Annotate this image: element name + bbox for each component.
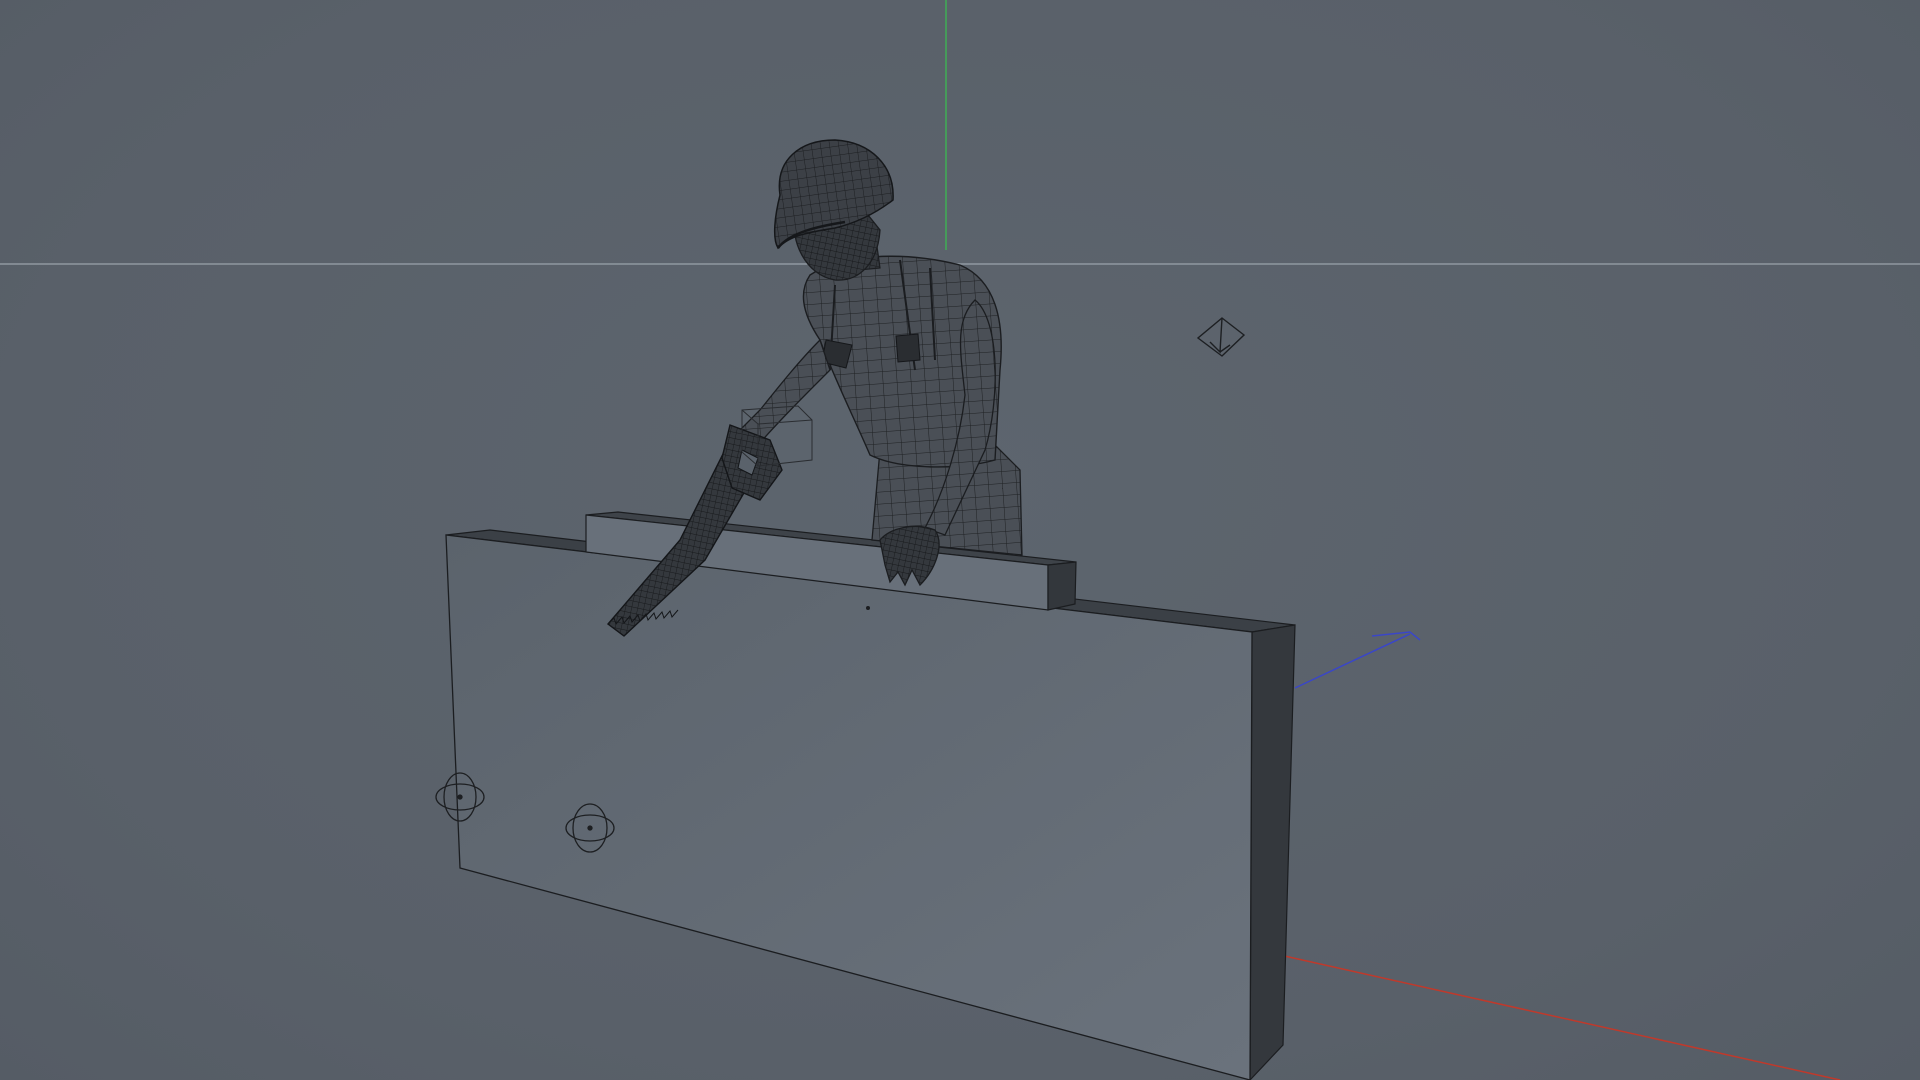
scene-canvas[interactable] bbox=[0, 0, 1920, 1080]
axis-x-line bbox=[1279, 954, 1841, 1080]
light-helper-icon[interactable] bbox=[1196, 317, 1246, 357]
worker-mesh[interactable] bbox=[739, 139, 1023, 587]
3d-viewport[interactable] bbox=[0, 0, 1920, 1080]
board-mesh[interactable] bbox=[445, 529, 1296, 1080]
axis-z-gizmo[interactable] bbox=[1294, 631, 1421, 689]
